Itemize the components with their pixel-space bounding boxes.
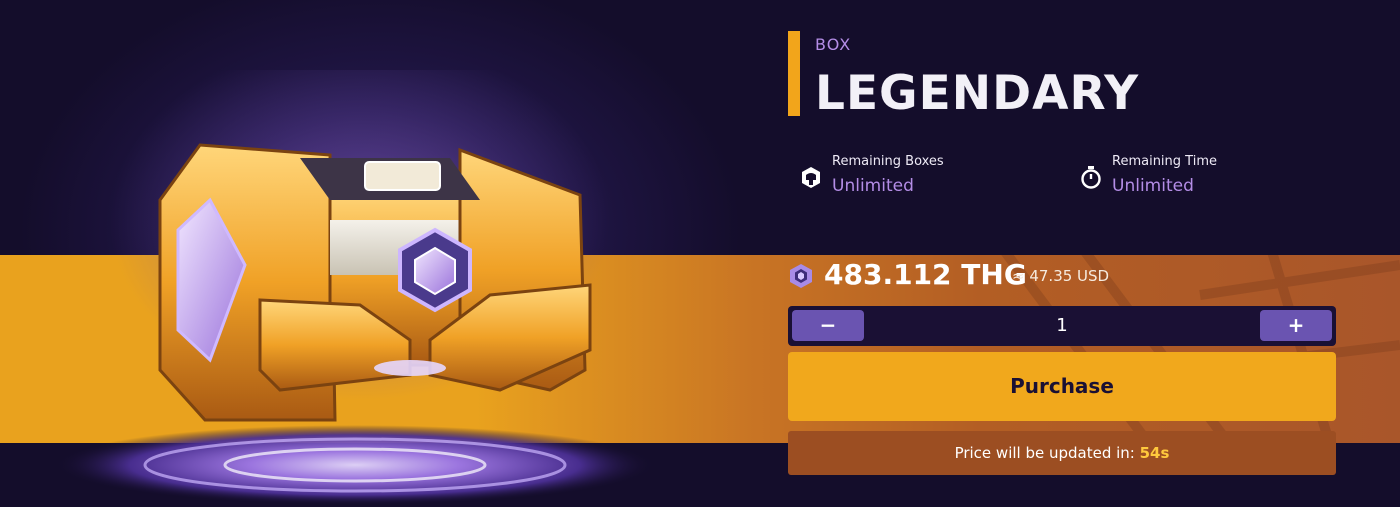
box-detail-page: BOX LEGENDARY Remaining Boxes Unlimited … xyxy=(0,0,1400,507)
remaining-boxes-value: Unlimited xyxy=(832,176,914,196)
thg-coin-icon xyxy=(790,264,812,288)
price-update-text: Price will be updated in: xyxy=(954,444,1140,462)
remaining-time-stat: Remaining Time Unlimited xyxy=(1078,152,1318,196)
quantity-stepper: − 1 + xyxy=(788,306,1336,346)
title-accent-bar xyxy=(788,31,800,116)
remaining-time-value: Unlimited xyxy=(1112,176,1194,196)
purchase-button[interactable]: Purchase xyxy=(788,352,1336,421)
price-usd: ≈ 47.35 USD xyxy=(1012,267,1110,285)
remaining-time-label: Remaining Time xyxy=(1112,154,1217,169)
box-title: LEGENDARY xyxy=(815,66,1140,121)
box-helmet-icon xyxy=(802,167,820,188)
remaining-boxes-stat: Remaining Boxes Unlimited xyxy=(798,152,1058,196)
remaining-boxes-label: Remaining Boxes xyxy=(832,154,944,169)
price-update-notice: Price will be updated in: 54s xyxy=(788,431,1336,475)
decrease-quantity-button[interactable]: − xyxy=(792,310,864,341)
price-update-countdown: 54s xyxy=(1139,444,1170,462)
box-category-label: BOX xyxy=(815,35,852,54)
price-row: 483.112 THG ≈ 47.35 USD xyxy=(788,258,1338,294)
quantity-value[interactable]: 1 xyxy=(868,306,1256,346)
price-amount: 483.112 THG xyxy=(824,258,1027,291)
legendary-chest-image xyxy=(55,70,655,505)
increase-quantity-button[interactable]: + xyxy=(1260,310,1332,341)
stopwatch-icon xyxy=(1081,166,1101,189)
